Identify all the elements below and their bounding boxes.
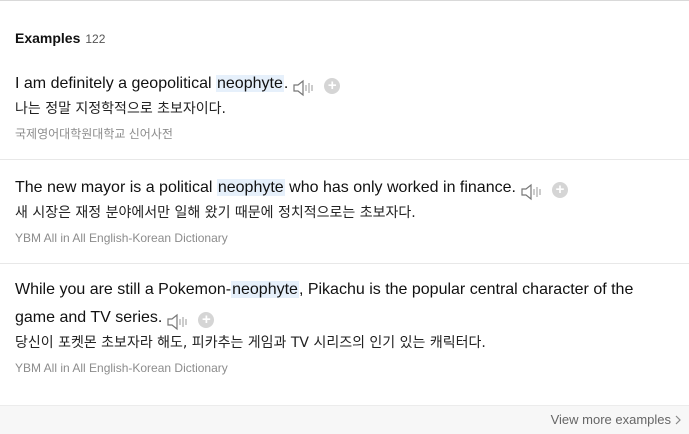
examples-title: Examples <box>15 30 81 46</box>
example-translation-ko: 당신이 포켓몬 초보자라 해도, 피카추는 게임과 TV 시리즈의 인기 있는 … <box>15 335 486 351</box>
speaker-icon[interactable] <box>292 78 316 98</box>
example-item: While you are still a Pokemon-neophyte, … <box>0 263 689 376</box>
highlighted-keyword: neophyte <box>231 281 299 298</box>
highlighted-keyword: neophyte <box>216 179 285 196</box>
examples-count: 122 <box>85 32 106 46</box>
sentence-text: who has only worked in finance. <box>284 179 516 196</box>
example-sentence-en: I am definitely a geopolitical neophyte.… <box>15 70 677 98</box>
sentence-text: . <box>283 75 289 92</box>
add-to-wordbook-button[interactable]: + <box>551 182 568 199</box>
example-source: YBM All in All English-Korean Dictionary <box>15 361 228 375</box>
sentence-text: The new mayor is a political <box>15 179 217 196</box>
example-source: YBM All in All English-Korean Dictionary <box>15 231 228 245</box>
chevron-right-icon <box>675 415 681 424</box>
example-translation-ko: 새 시장은 재정 분야에서만 일해 왔기 때문에 정치적으로는 초보자다. <box>15 205 416 221</box>
view-more-examples-link[interactable]: View more examples <box>551 412 681 427</box>
add-to-wordbook-button[interactable]: + <box>198 312 215 329</box>
add-to-wordbook-button[interactable]: + <box>324 78 341 95</box>
highlighted-keyword: neophyte <box>216 75 284 92</box>
speaker-icon[interactable] <box>166 312 190 332</box>
example-translation-ko: 나는 정말 지정학적으로 초보자이다. <box>15 101 226 117</box>
sentence-actions: + <box>166 308 215 330</box>
sentence-actions: + <box>292 74 341 96</box>
example-sentence-en: While you are still a Pokemon-neophyte, … <box>15 276 677 332</box>
examples-footer: View more examples <box>0 405 689 434</box>
example-item: I am definitely a geopolitical neophyte.… <box>0 70 689 142</box>
examples-header: Examples 122 <box>15 30 105 46</box>
example-source: 국제영어대학원대학교 신어사전 <box>15 127 173 141</box>
sentence-text: I am definitely a geopolitical <box>15 75 216 92</box>
example-item: The new mayor is a political neophyte wh… <box>0 159 689 246</box>
example-sentence-en: The new mayor is a political neophyte wh… <box>15 174 677 202</box>
view-more-label: View more examples <box>550 412 671 427</box>
speaker-icon[interactable] <box>520 182 544 202</box>
examples-panel: Examples 122 I am definitely a geopoliti… <box>0 0 689 434</box>
sentence-text: While you are still a Pokemon- <box>15 281 232 298</box>
sentence-actions: + <box>520 178 568 200</box>
